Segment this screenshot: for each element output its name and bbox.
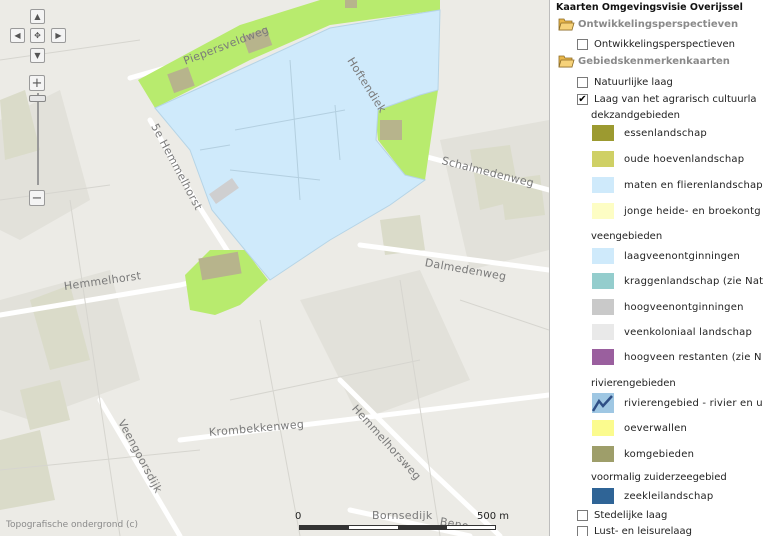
pan-left-button[interactable]: ◀ bbox=[10, 28, 25, 43]
legend-kraggenlandschap: kraggenlandschap (zie Nat bbox=[592, 273, 763, 289]
layer-agrarisch-cultuurlandschap[interactable]: ✔ Laag van het agrarisch cultuurla bbox=[577, 94, 757, 105]
panel-title: Kaarten Omgevingsvisie Overijssel bbox=[556, 2, 743, 13]
legend-label: oeverwallen bbox=[624, 422, 688, 434]
layer-checkbox[interactable] bbox=[577, 39, 588, 50]
layer-checkbox[interactable] bbox=[577, 510, 588, 521]
legend-label: zeekleilandschap bbox=[624, 490, 714, 502]
river-line-icon bbox=[592, 393, 614, 413]
layer-label: Ontwikkelingsperspectieven bbox=[594, 39, 735, 50]
legend-label: jonge heide- en broekontg bbox=[624, 205, 761, 217]
pan-up-button[interactable]: ▲ bbox=[30, 9, 45, 24]
layer-checkbox-checked[interactable]: ✔ bbox=[577, 94, 588, 105]
legend-label: hoogveenontginningen bbox=[624, 301, 744, 313]
legend-swatch bbox=[592, 324, 614, 340]
pan-center-button[interactable]: ✥ bbox=[30, 28, 45, 43]
legend-maten-flierenlandschap: maten en flierenlandschap bbox=[592, 177, 763, 193]
open-folder-icon bbox=[558, 18, 575, 31]
legend-label: oude hoevenlandschap bbox=[624, 153, 745, 165]
legend-hoogveenontginningen: hoogveenontginningen bbox=[592, 299, 744, 315]
legend-swatch bbox=[592, 125, 614, 141]
group-voormalig-zuiderzeegebied: voormalig zuiderzeegebied bbox=[591, 472, 727, 483]
legend-swatch bbox=[592, 488, 614, 504]
legend-swatch bbox=[592, 248, 614, 264]
legend-rivierengebied: rivierengebied - rivier en u bbox=[592, 393, 763, 413]
legend-jonge-heide: jonge heide- en broekontg bbox=[592, 203, 761, 219]
group-veengebieden: veengebieden bbox=[591, 231, 663, 242]
legend-veenkoloniaal: veenkoloniaal landschap bbox=[592, 324, 752, 340]
layer-checkbox[interactable] bbox=[577, 526, 588, 536]
pan-down-button[interactable]: ▼ bbox=[30, 48, 45, 63]
legend-swatch bbox=[592, 151, 614, 167]
layer-label: Stedelijke laag bbox=[594, 510, 668, 521]
legend-oude-hoevenlandschap: oude hoevenlandschap bbox=[592, 151, 744, 167]
folder-gebiedskenmerkenkaarten[interactable]: Gebiedskenmerkenkaarten bbox=[558, 54, 730, 68]
legend-swatch bbox=[592, 203, 614, 219]
layer-label: Natuurlijke laag bbox=[594, 77, 673, 88]
legend-oeverwallen: oeverwallen bbox=[592, 420, 687, 436]
legend-zeekleilandschap: zeekleilandschap bbox=[592, 488, 713, 504]
layer-label: Lust- en leisurelaag bbox=[594, 526, 693, 536]
legend-swatch bbox=[592, 299, 614, 315]
legend-label: essenlandschap bbox=[624, 127, 707, 139]
layer-label: Laag van het agrarisch cultuurla bbox=[594, 94, 757, 105]
legend-label: komgebieden bbox=[624, 448, 695, 460]
legend-label: hoogveen restanten (zie N bbox=[624, 351, 762, 363]
layer-checkbox[interactable] bbox=[577, 77, 588, 88]
open-folder-icon bbox=[558, 55, 575, 68]
zoom-slider-handle[interactable] bbox=[29, 95, 46, 102]
legend-swatch bbox=[592, 349, 614, 365]
legend-label: laagveenontginningen bbox=[624, 250, 741, 262]
copyright-text: Topografische ondergrond (c) bbox=[6, 520, 139, 530]
legend-laagveenontginningen: laagveenontginningen bbox=[592, 248, 740, 264]
map-view[interactable]: Piepersveldweg Hoftendiek 5e Hemmelhorst… bbox=[0, 0, 549, 536]
scale-start-label: 0 bbox=[295, 511, 302, 522]
group-dekzandgebieden: dekzandgebieden bbox=[591, 110, 680, 121]
legend-swatch bbox=[592, 446, 614, 462]
legend-swatch bbox=[592, 420, 614, 436]
scale-end-label: 500 m bbox=[477, 511, 510, 522]
legend-hoogveen-restanten: hoogveen restanten (zie N bbox=[592, 349, 762, 365]
folder-ontwikkelingsperspectieven[interactable]: Ontwikkelingsperspectieven bbox=[558, 17, 738, 31]
group-rivierengebieden: rivierengebieden bbox=[591, 378, 676, 389]
layer-ontwikkelingsperspectieven[interactable]: Ontwikkelingsperspectieven bbox=[577, 39, 735, 50]
road-label-bornsedijk: Bornsedijk bbox=[372, 509, 433, 522]
layer-panel: Kaarten Omgevingsvisie Overijssel Ontwik… bbox=[549, 0, 773, 536]
folder-label: Ontwikkelingsperspectieven bbox=[578, 18, 739, 30]
layer-lust-leisurelaag[interactable]: Lust- en leisurelaag bbox=[577, 526, 692, 536]
zoom-in-button[interactable]: + bbox=[29, 75, 45, 91]
legend-label: maten en flierenlandschap bbox=[624, 179, 763, 191]
legend-label: veenkoloniaal landschap bbox=[624, 326, 753, 338]
legend-komgebieden: komgebieden bbox=[592, 446, 694, 462]
zoom-slider-track[interactable] bbox=[37, 93, 39, 185]
layer-stedelijke-laag[interactable]: Stedelijke laag bbox=[577, 510, 667, 521]
legend-essenlandschap: essenlandschap bbox=[592, 125, 707, 141]
layer-natuurlijke-laag[interactable]: Natuurlijke laag bbox=[577, 77, 673, 88]
legend-label: rivierengebied - rivier en u bbox=[624, 397, 763, 409]
legend-swatch bbox=[592, 273, 614, 289]
legend-label: kraggenlandschap (zie Nat bbox=[624, 275, 764, 287]
legend-swatch bbox=[592, 177, 614, 193]
zoom-out-button[interactable]: − bbox=[29, 190, 45, 206]
folder-label: Gebiedskenmerkenkaarten bbox=[578, 55, 730, 67]
scale-bar bbox=[299, 525, 496, 530]
pan-right-button[interactable]: ▶ bbox=[51, 28, 66, 43]
